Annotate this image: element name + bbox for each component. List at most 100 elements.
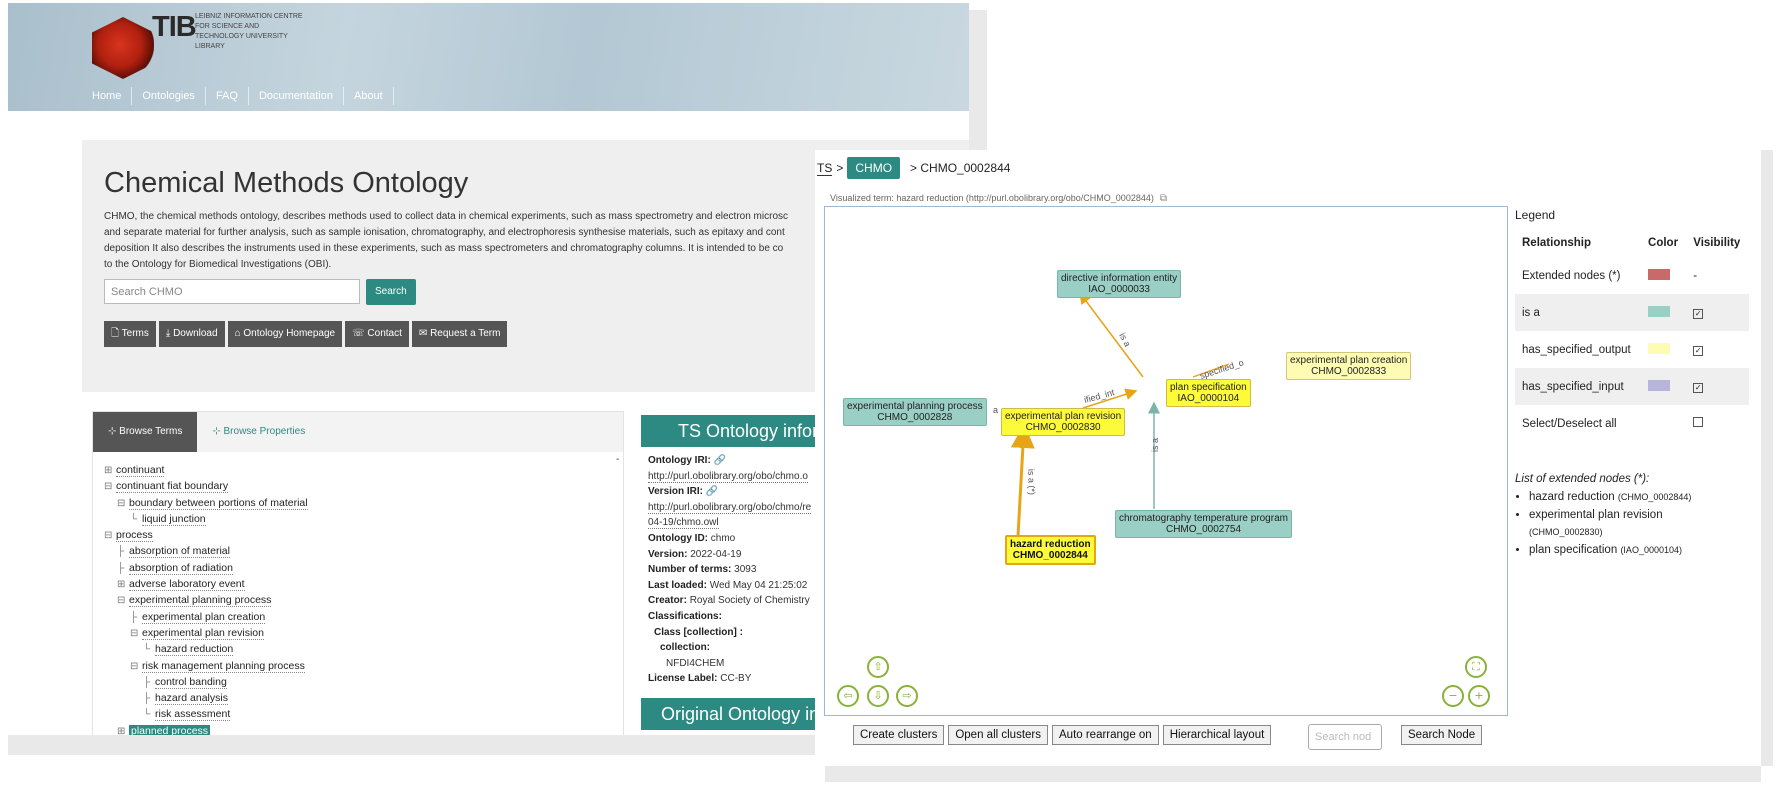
request-term-button[interactable]: ✉ Request a Term (411, 321, 508, 347)
ontology-iri-link[interactable]: http://purl.obolibrary.org/obo/chmo.o (648, 470, 808, 483)
tree-node-label[interactable]: adverse laboratory event (129, 578, 245, 592)
tree-node-label[interactable]: liquid junction (142, 512, 206, 526)
tree-node-label[interactable]: boundary between portions of material (129, 496, 308, 510)
tree-node[interactable]: ⊟ process (104, 527, 609, 543)
legend-header-visibility: Visibility (1693, 236, 1741, 249)
tree-node-label[interactable]: hazard reduction (155, 643, 234, 657)
visibility-checkbox[interactable]: ✓ (1693, 382, 1704, 393)
tree-node-label[interactable]: experimental plan revision (142, 626, 264, 640)
collapse-icon[interactable]: ⊟ (117, 496, 129, 512)
zoom-in-icon[interactable]: + (1468, 685, 1490, 707)
search-node-input[interactable] (1308, 724, 1382, 750)
tree-node[interactable]: ├ experimental plan creation (104, 609, 609, 625)
nav-faq[interactable]: FAQ (206, 87, 249, 105)
tree-node[interactable]: ├ control banding (104, 674, 609, 690)
tree-node-label[interactable]: process (116, 529, 153, 543)
hierarchical-layout-button[interactable]: Hierarchical layout (1162, 725, 1272, 745)
tree-node[interactable]: ├ absorption of radiation (104, 560, 609, 576)
tree-node[interactable]: ⊟ experimental planning process (104, 592, 609, 608)
version-iri-link-cont[interactable]: 04-19/chmo.owl (648, 517, 719, 530)
search-chmo-input[interactable] (104, 279, 360, 304)
expand-icon[interactable]: ⊞ (104, 463, 116, 479)
expand-icon[interactable]: ⊞ (117, 577, 129, 593)
collapse-icon[interactable]: ⊟ (117, 593, 129, 609)
phone-icon: ☏ (352, 328, 368, 339)
tree-node-label[interactable]: risk management planning process (142, 659, 305, 673)
legend-header-color: Color (1648, 236, 1679, 249)
legend-relationship: Select/Deselect all (1522, 417, 1617, 430)
tab-browse-properties[interactable]: ⊹ Browse Properties (197, 412, 320, 452)
tree-node[interactable]: ⊟ experimental plan revision (104, 625, 609, 641)
tree-node-label[interactable]: control banding (155, 675, 227, 689)
node-hazard-reduction[interactable]: hazard reduction CHMO_0002844 (1005, 535, 1096, 565)
ontology-homepage-button[interactable]: ⌂ Ontology Homepage (227, 321, 343, 347)
node-chromatography-temperature-program[interactable]: chromatography temperature program CHMO_0… (1115, 510, 1292, 538)
browse-panel: ⊹ Browse Terms ⊹ Browse Properties - ⊞ co… (92, 411, 624, 735)
tree-node-label[interactable]: absorption of radiation (129, 561, 233, 575)
tree-node[interactable]: ⊟ continuant fiat boundary (104, 478, 609, 494)
tree-node-label[interactable]: continuant (116, 464, 165, 477)
node-plan-specification[interactable]: plan specification IAO_0000104 (1166, 379, 1251, 407)
create-clusters-button[interactable]: Create clusters (853, 725, 945, 745)
tree-node[interactable]: ⊞ adverse laboratory event (104, 576, 609, 592)
breadcrumb-chmo-badge[interactable]: CHMO (847, 157, 901, 179)
tree-node[interactable]: ├ hazard analysis (104, 690, 609, 706)
legend-header-relationship: Relationship (1522, 236, 1592, 249)
collapse-icon[interactable]: ⊟ (130, 659, 142, 675)
tree-node-label[interactable]: hazard analysis (155, 692, 228, 706)
nav-ontologies[interactable]: Ontologies (132, 87, 206, 105)
tree-node-label[interactable]: experimental planning process (129, 594, 272, 608)
tree-node-label[interactable]: absorption of material (129, 545, 230, 559)
tree-node[interactable]: └ hazard reduction (104, 641, 609, 657)
node-experimental-plan-revision[interactable]: experimental plan revision CHMO_0002830 (1001, 408, 1126, 436)
collapse-all-toggle[interactable]: - (616, 454, 619, 465)
arrow-up-icon[interactable]: ⇧ (867, 656, 889, 678)
version-iri-link[interactable]: http://purl.obolibrary.org/obo/chmo/re (648, 501, 812, 514)
node-name: experimental planning process (847, 401, 983, 412)
terms-button[interactable]: 🗋 Terms (104, 321, 156, 347)
arrow-right-icon[interactable]: ⇨ (896, 685, 918, 707)
contact-button[interactable]: ☏ Contact (345, 321, 409, 347)
arrow-left-icon[interactable]: ⇦ (837, 685, 859, 707)
tree-node[interactable]: └ risk assessment (104, 706, 609, 722)
nav-home[interactable]: Home (92, 87, 133, 105)
nav-about[interactable]: About (344, 87, 394, 105)
legend-color (1641, 331, 1686, 368)
collapse-icon[interactable]: ⊟ (104, 528, 116, 544)
ontology-actions: 🗋 Terms ⤓ Download ⌂ Ontology Homepage ☏… (104, 321, 508, 347)
download-button[interactable]: ⤓ Download (158, 321, 225, 347)
open-all-clusters-button[interactable]: Open all clusters (948, 725, 1048, 745)
tree-node-label[interactable]: continuant fiat boundary (116, 480, 229, 494)
tree-node-label[interactable]: planned process (129, 724, 211, 735)
ontology-title: Chemical Methods Ontology (104, 167, 469, 199)
tree-node[interactable]: ⊞ planned process (104, 723, 609, 735)
nav-documentation[interactable]: Documentation (249, 87, 344, 105)
visibility-checkbox[interactable]: ✓ (1693, 345, 1704, 356)
node-experimental-plan-creation[interactable]: experimental plan creation CHMO_0002833 (1286, 352, 1412, 380)
tree-node[interactable]: ⊟ risk management planning process (104, 658, 609, 674)
arrow-down-icon[interactable]: ⇩ (867, 685, 889, 707)
expand-icon[interactable]: ⊞ (117, 724, 129, 735)
tab-browse-terms[interactable]: ⊹ Browse Terms (93, 412, 198, 452)
select-all-checkbox[interactable] (1693, 417, 1704, 427)
tree-node[interactable]: ⊞ continuant (104, 462, 609, 478)
breadcrumb-ts-link[interactable]: TS (817, 161, 833, 176)
description-line: CHMO, the chemical methods ontology, des… (104, 211, 788, 222)
tree-node-label[interactable]: risk assessment (155, 708, 231, 722)
auto-rearrange-button[interactable]: Auto rearrange on (1052, 725, 1159, 745)
search-node-button[interactable]: Search Node (1401, 725, 1483, 745)
copy-icon[interactable]: ⧉ (1160, 193, 1167, 204)
graph-canvas[interactable]: is a is a (*) is a specified_o ified_int… (824, 206, 1508, 716)
search-button[interactable]: Search (366, 279, 416, 305)
tree-node-label[interactable]: experimental plan creation (142, 610, 266, 624)
node-directive-information-entity[interactable]: directive information entity IAO_0000033 (1057, 270, 1182, 298)
collapse-icon[interactable]: ⊟ (130, 626, 142, 642)
collapse-icon[interactable]: ⊟ (104, 479, 116, 495)
zoom-out-icon[interactable]: − (1442, 685, 1464, 707)
tree-node[interactable]: ├ absorption of material (104, 543, 609, 559)
visibility-checkbox[interactable]: ✓ (1693, 308, 1704, 319)
tree-node[interactable]: └ liquid junction (104, 511, 609, 527)
node-experimental-planning-process[interactable]: experimental planning process CHMO_000282… (843, 398, 987, 426)
fit-icon[interactable]: ⛶ (1465, 656, 1487, 678)
tree-node[interactable]: ⊟ boundary between portions of material (104, 495, 609, 511)
